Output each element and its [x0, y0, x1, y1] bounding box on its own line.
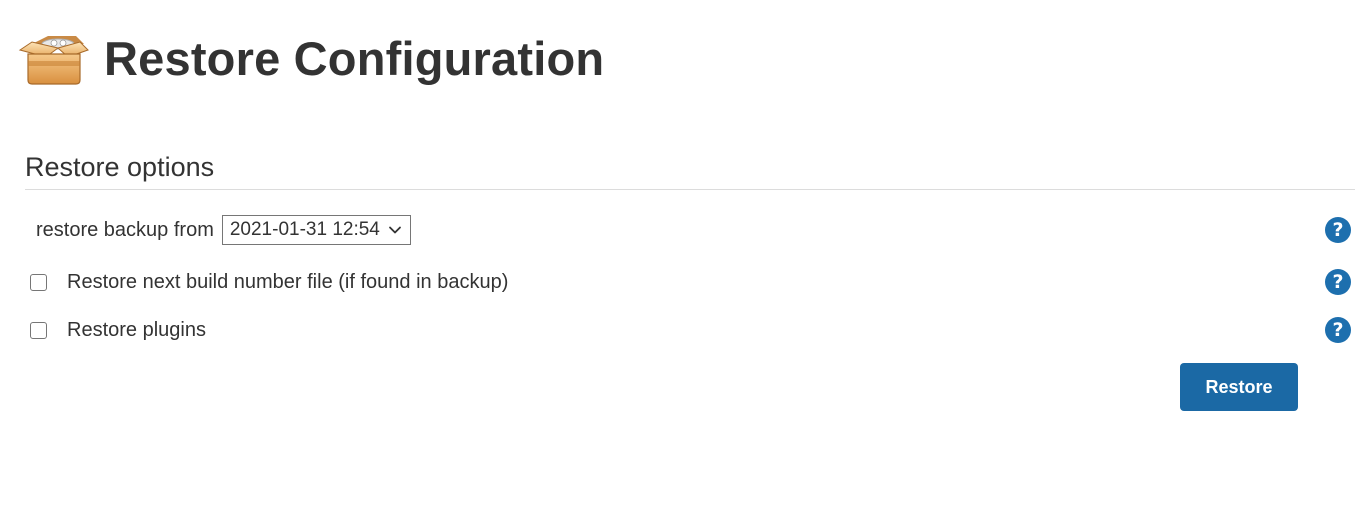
- box-icon: [18, 36, 89, 85]
- backup-row: restore backup from 2021-01-31 12:54 ?: [25, 213, 1355, 247]
- chevron-down-icon: [388, 226, 401, 234]
- build-number-checkbox[interactable]: [30, 273, 47, 291]
- help-icon[interactable]: ?: [1325, 317, 1351, 343]
- section-title: Restore options: [25, 150, 1355, 190]
- plugins-checkbox[interactable]: [30, 321, 47, 339]
- backup-select[interactable]: 2021-01-31 12:54: [221, 215, 411, 245]
- backup-label: restore backup from: [36, 218, 214, 241]
- plugins-label[interactable]: Restore plugins: [67, 319, 206, 342]
- page-header: Restore Configuration: [18, 26, 604, 90]
- build-number-label[interactable]: Restore next build number file (if found…: [67, 271, 508, 294]
- help-icon[interactable]: ?: [1325, 217, 1351, 243]
- help-icon[interactable]: ?: [1325, 269, 1351, 295]
- restore-button[interactable]: Restore: [1180, 363, 1298, 411]
- build-number-row: Restore next build number file (if found…: [25, 268, 1355, 296]
- backup-select-value: 2021-01-31 12:54: [229, 219, 380, 240]
- page-title: Restore Configuration: [104, 31, 605, 85]
- plugins-row: Restore plugins ?: [25, 316, 1355, 344]
- restore-options-section: Restore options restore backup from 2021…: [25, 150, 1355, 411]
